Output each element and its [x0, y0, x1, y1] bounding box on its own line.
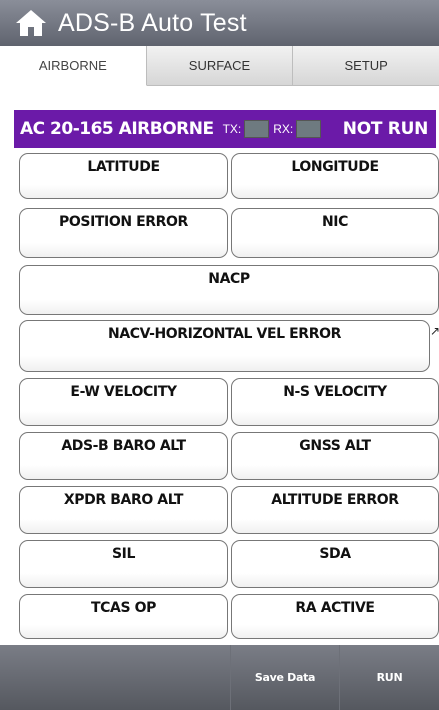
tx-indicator: [244, 120, 270, 138]
result-cell-nic[interactable]: NIC: [231, 208, 439, 258]
result-cell-sda[interactable]: SDA: [231, 540, 439, 588]
test-standard-label: AC 20-165 AIRBORNE: [20, 119, 214, 139]
app-title: ADS-B Auto Test: [58, 8, 247, 37]
result-label: SDA: [319, 546, 351, 562]
result-cell-ns-velocity[interactable]: N-S VELOCITY: [231, 378, 439, 426]
test-status-bar: AC 20-165 AIRBORNE TX: RX: NOT RUN: [14, 110, 436, 148]
result-label: LONGITUDE: [291, 159, 379, 175]
result-label: E-W VELOCITY: [70, 384, 177, 400]
title-bar: ADS-B Auto Test: [0, 0, 439, 46]
result-label: LATITUDE: [87, 159, 160, 175]
result-cell-altitude-error[interactable]: ALTITUDE ERROR: [231, 486, 439, 534]
result-label: ALTITUDE ERROR: [271, 492, 399, 508]
result-cell-nacv-horizontal-vel-error[interactable]: NACV-HORIZONTAL VEL ERROR: [19, 320, 430, 372]
tab-surface[interactable]: SURFACE: [146, 46, 294, 86]
save-data-button[interactable]: Save Data: [230, 645, 339, 710]
result-cell-latitude[interactable]: LATITUDE: [19, 153, 228, 199]
result-cell-adsb-baro-alt[interactable]: ADS-B BARO ALT: [19, 432, 228, 480]
result-cell-nacp[interactable]: NACP: [19, 265, 439, 315]
result-label: XPDR BARO ALT: [63, 492, 184, 508]
bottom-bar-spacer: [0, 645, 230, 710]
result-cell-longitude[interactable]: LONGITUDE: [231, 153, 439, 199]
result-label: RA ACTIVE: [295, 600, 375, 616]
result-cell-gnss-alt[interactable]: GNSS ALT: [231, 432, 439, 480]
tab-bar: AIRBORNE SURFACE SETUP: [0, 46, 439, 86]
result-label: SIL: [111, 546, 135, 562]
tx-label: TX:: [222, 122, 242, 136]
test-result-status: NOT RUN: [342, 119, 429, 139]
result-cell-ew-velocity[interactable]: E-W VELOCITY: [19, 378, 228, 426]
result-label: TCAS OP: [91, 600, 156, 616]
result-label: NACP: [208, 271, 250, 287]
home-icon[interactable]: [14, 8, 48, 38]
tab-airborne[interactable]: AIRBORNE: [0, 46, 147, 86]
rx-label: RX:: [273, 122, 294, 136]
result-label: NIC: [321, 214, 348, 230]
result-label: ADS-B BARO ALT: [61, 438, 186, 454]
result-label: N-S VELOCITY: [283, 384, 387, 400]
result-cell-xpdr-baro-alt[interactable]: XPDR BARO ALT: [19, 486, 228, 534]
result-cell-position-error[interactable]: POSITION ERROR: [19, 208, 228, 258]
result-label: NACV-HORIZONTAL VEL ERROR: [108, 326, 341, 342]
result-label: GNSS ALT: [299, 438, 371, 454]
result-label: POSITION ERROR: [59, 214, 188, 230]
result-cell-ra-active[interactable]: RA ACTIVE: [231, 594, 439, 639]
result-cell-tcas-op[interactable]: TCAS OP: [19, 594, 228, 639]
run-button[interactable]: RUN: [339, 645, 439, 710]
result-cell-sil[interactable]: SIL: [19, 540, 228, 588]
tab-setup[interactable]: SETUP: [293, 46, 439, 86]
bottom-action-bar: Save Data RUN: [0, 645, 439, 710]
rx-indicator: [296, 120, 322, 138]
scroll-arrow-icon: ↗: [430, 324, 439, 338]
